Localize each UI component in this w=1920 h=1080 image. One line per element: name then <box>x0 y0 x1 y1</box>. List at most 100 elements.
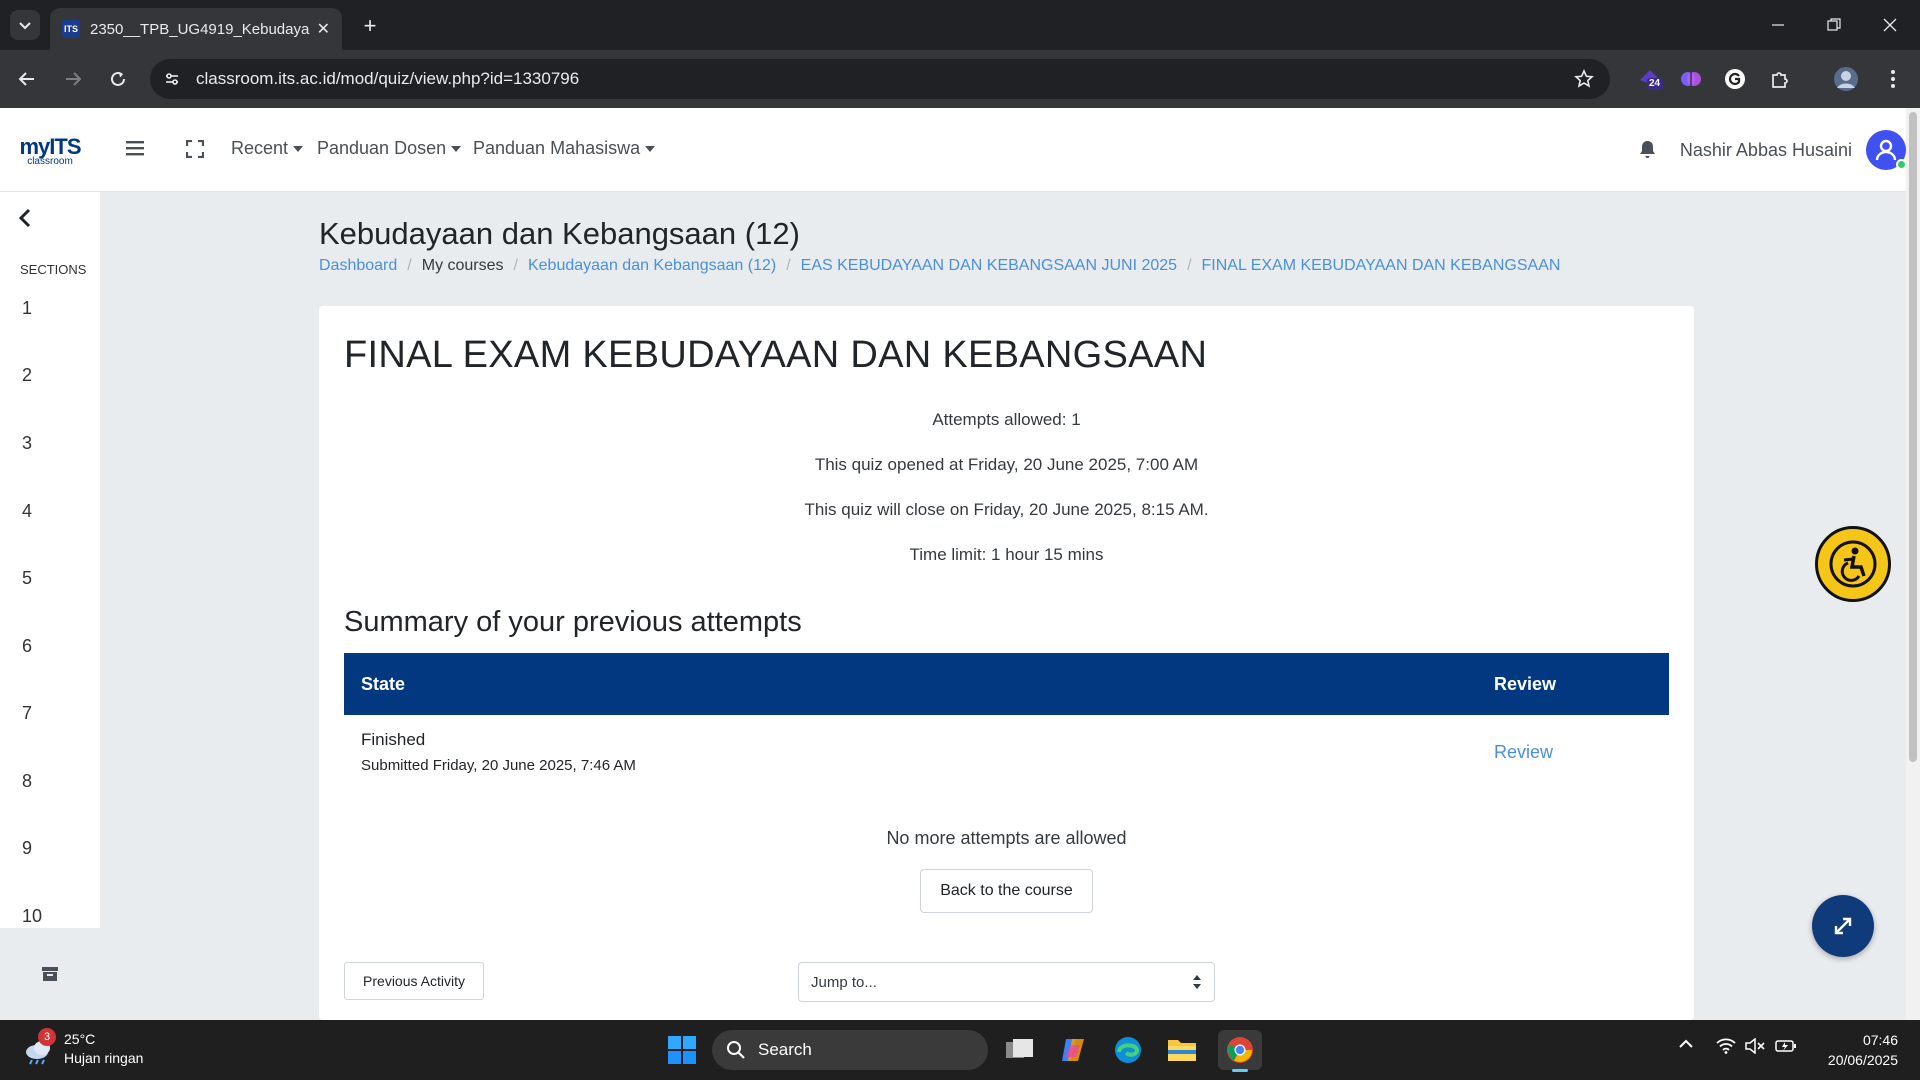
close-icon <box>1883 18 1897 32</box>
url-text[interactable]: classroom.its.ac.id/mod/quiz/view.php?id… <box>196 69 579 89</box>
attempt-submitted: Submitted Friday, 20 June 2025, 7:46 AM <box>361 757 636 774</box>
column-header-review: Review <box>1494 674 1557 694</box>
taskbar-search[interactable]: Search <box>712 1030 988 1070</box>
sections-title: SECTIONS <box>20 262 87 277</box>
breadcrumb-course[interactable]: Kebudayaan dan Kebangsaan (12) <box>528 257 776 275</box>
tab-search-button[interactable] <box>10 10 40 40</box>
section-item-7[interactable]: 7 <box>22 703 32 724</box>
windows-start-icon[interactable] <box>662 1030 702 1070</box>
restore-icon <box>1827 18 1841 31</box>
breadcrumb-separator: / <box>1187 257 1192 274</box>
show-hidden-icons[interactable] <box>1678 1038 1694 1050</box>
arrow-left-icon <box>18 72 34 86</box>
course-title: Kebudayaan dan Kebangsaan (12) <box>319 216 800 251</box>
section-item-9[interactable]: 9 <box>22 838 32 859</box>
section-item-2[interactable]: 2 <box>22 365 32 386</box>
browser-tab-bar: ITS 2350__TPB_UG4919_Kebudaya ✕ + <box>0 0 1920 50</box>
chevron-down-icon <box>19 22 31 30</box>
notification-bell-icon[interactable] <box>1639 140 1656 159</box>
user-name[interactable]: Nashir Abbas Husaini <box>1680 140 1852 161</box>
accessibility-button[interactable] <box>1815 526 1891 602</box>
grammarly-extension-icon[interactable] <box>1721 65 1749 93</box>
myits-logo[interactable]: myITS classroom <box>0 108 100 192</box>
caret-down-icon <box>451 145 462 152</box>
nav-panduan-mahasiswa[interactable]: Panduan Mahasiswa <box>473 138 656 159</box>
extension-badge-icon[interactable]: 24 <box>1636 65 1664 93</box>
breadcrumb: Dashboard / My courses / Kebudayaan dan … <box>319 257 1560 275</box>
reload-button[interactable] <box>103 64 133 94</box>
extension-badge-count: 24 <box>1649 78 1661 89</box>
copilot-icon[interactable] <box>1053 1030 1093 1070</box>
extensions-puzzle-icon[interactable] <box>1766 65 1794 93</box>
edge-icon[interactable] <box>1108 1030 1148 1070</box>
cloud-rain-icon: 3 <box>22 1028 56 1066</box>
nav-recent[interactable]: Recent <box>231 138 304 159</box>
chrome-taskbar-icon[interactable] <box>1218 1030 1262 1072</box>
page-scrollbar[interactable] <box>1906 108 1920 1020</box>
archive-icon[interactable] <box>42 967 58 981</box>
restore-button[interactable] <box>1806 0 1862 50</box>
quiz-card: FINAL EXAM KEBUDAYAAN DAN KEBANGSAAN Att… <box>319 306 1694 1020</box>
profile-avatar-icon[interactable] <box>1832 65 1860 93</box>
previous-activity-button[interactable]: Previous Activity <box>344 962 484 1000</box>
wifi-icon[interactable] <box>1716 1038 1736 1054</box>
minimize-icon <box>1772 24 1784 26</box>
scrollbar-thumb[interactable] <box>1909 112 1917 762</box>
its-favicon-icon: ITS <box>62 20 80 38</box>
section-item-4[interactable]: 4 <box>22 501 32 522</box>
close-window-button[interactable] <box>1862 0 1918 50</box>
quiz-title: FINAL EXAM KEBUDAYAAN DAN KEBANGSAAN <box>344 334 1208 376</box>
browser-tab-active[interactable]: ITS 2350__TPB_UG4919_Kebudaya ✕ <box>50 8 342 50</box>
section-item-6[interactable]: 6 <box>22 636 32 657</box>
clock-time: 07:46 <box>1862 1032 1898 1048</box>
back-button[interactable] <box>12 64 42 94</box>
close-tab-icon[interactable]: ✕ <box>317 19 330 39</box>
back-to-course-button[interactable]: Back to the course <box>920 869 1093 913</box>
jump-to-value: Jump to... <box>811 973 877 991</box>
collapse-sidebar-icon[interactable] <box>18 208 32 228</box>
minimize-button[interactable] <box>1750 0 1806 50</box>
volume-muted-icon[interactable] <box>1745 1038 1765 1054</box>
breadcrumb-separator: / <box>513 257 518 274</box>
windows-taskbar: 3 25°C Hujan ringan Search 07:46 20/06/2… <box>0 1020 1920 1080</box>
taskbar-clock[interactable]: 07:46 20/06/2025 <box>1828 1030 1898 1070</box>
caret-down-icon <box>645 145 656 152</box>
expand-button[interactable] <box>1812 895 1874 957</box>
review-link[interactable]: Review <box>1494 742 1553 763</box>
browser-menu-icon[interactable] <box>1879 65 1907 93</box>
clock-date: 20/06/2025 <box>1827 1052 1898 1068</box>
quiz-opened: This quiz opened at Friday, 20 June 2025… <box>814 455 1199 474</box>
battery-charging-icon[interactable] <box>1775 1038 1797 1054</box>
search-placeholder: Search <box>758 1040 812 1059</box>
bookmark-star-icon[interactable] <box>1574 69 1594 89</box>
address-bar[interactable]: classroom.its.ac.id/mod/quiz/view.php?id… <box>150 59 1610 99</box>
sidebar-footer <box>0 928 100 1020</box>
new-tab-button[interactable]: + <box>356 12 384 40</box>
weather-desc: Hujan ringan <box>64 1050 144 1066</box>
breadcrumb-my-courses: My courses <box>421 257 504 274</box>
time-limit: Time limit: 1 hour 15 mins <box>909 545 1104 564</box>
section-item-10[interactable]: 10 <box>22 906 42 927</box>
weather-widget[interactable]: 3 25°C Hujan ringan <box>22 1028 144 1068</box>
file-explorer-icon[interactable] <box>1162 1030 1202 1070</box>
section-item-5[interactable]: 5 <box>22 568 32 589</box>
site-info-icon[interactable] <box>152 59 192 99</box>
task-view-icon[interactable] <box>1000 1030 1040 1070</box>
forward-button[interactable] <box>58 64 88 94</box>
jump-to-select[interactable]: Jump to... <box>798 962 1215 1002</box>
breadcrumb-quiz[interactable]: FINAL EXAM KEBUDAYAAN DAN KEBANGSAAN <box>1202 257 1561 275</box>
weather-temp: 25°C <box>64 1031 96 1047</box>
user-avatar[interactable] <box>1866 130 1907 170</box>
breadcrumb-dashboard[interactable]: Dashboard <box>319 257 397 275</box>
brain-extension-icon[interactable] <box>1677 65 1705 93</box>
weather-badge: 3 <box>38 1028 56 1046</box>
fullscreen-icon[interactable] <box>186 140 204 158</box>
breadcrumb-section[interactable]: EAS KEBUDAYAAN DAN KEBANGSAAN JUNI 2025 <box>801 257 1177 275</box>
breadcrumb-separator: / <box>407 257 412 274</box>
section-item-8[interactable]: 8 <box>22 771 32 792</box>
nav-panduan-dosen[interactable]: Panduan Dosen <box>317 138 462 159</box>
section-item-3[interactable]: 3 <box>22 433 32 454</box>
hamburger-menu-icon[interactable] <box>126 140 144 156</box>
expand-arrows-icon <box>1834 917 1852 935</box>
section-item-1[interactable]: 1 <box>22 298 32 319</box>
